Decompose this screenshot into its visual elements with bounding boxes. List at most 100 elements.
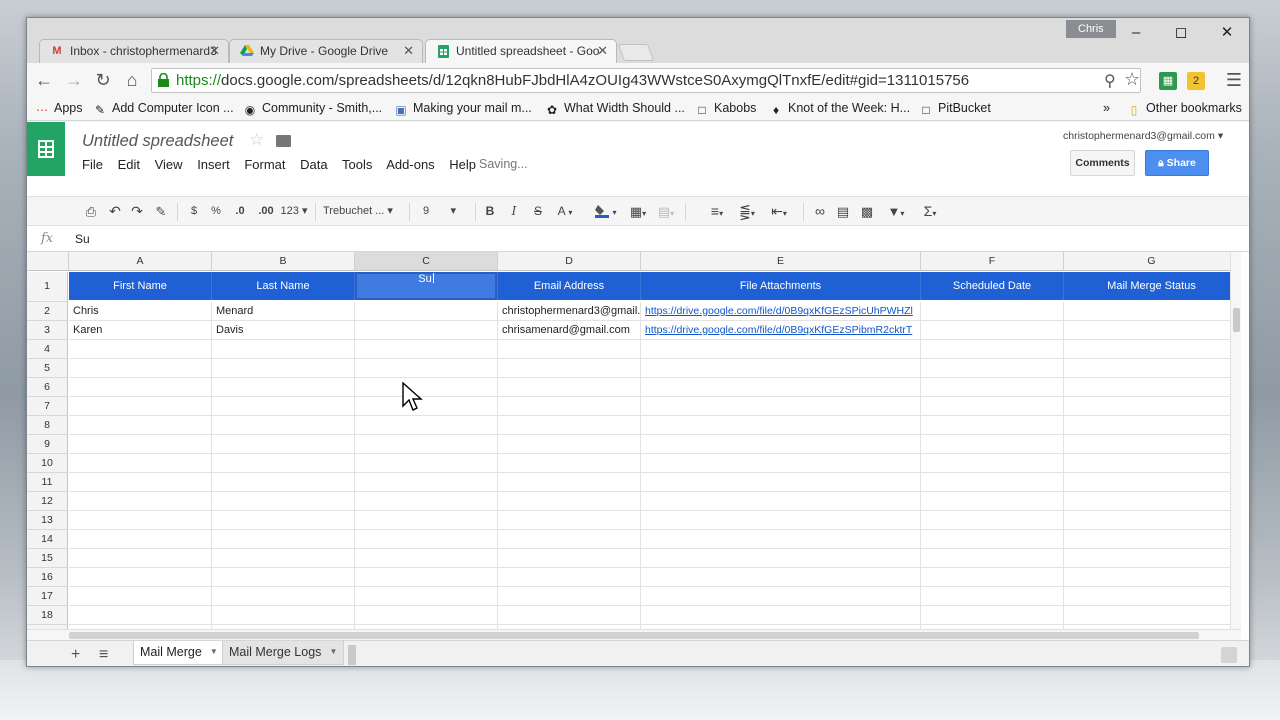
bookmark-star-icon[interactable]: ☆ [1124,69,1140,90]
close-tab-icon[interactable]: ✕ [403,40,414,62]
borders-icon[interactable]: ▦▾ [627,203,649,220]
bookmarks-overflow[interactable]: » [1103,101,1110,115]
close-tab-icon[interactable]: ✕ [209,40,220,62]
minimize-icon[interactable]: – [1122,22,1150,44]
more-formats-button[interactable]: 123 ▾ [279,203,309,220]
comment-icon[interactable]: ▤ [835,203,851,220]
merge-cells-icon[interactable]: ▤▾ [655,203,677,220]
undo-icon[interactable]: ↶ [107,203,123,220]
sheets-logo[interactable] [27,122,65,176]
paint-format-icon[interactable]: ✎ [153,203,169,220]
bookmark-item[interactable]: □ PitBucket [919,101,990,117]
close-tab-icon[interactable]: ✕ [597,40,608,62]
link-icon[interactable]: ∞ [811,203,829,220]
tab-spreadsheet[interactable]: Untitled spreadsheet - Goo ✕ [425,39,617,63]
toolbar-divider [685,203,686,221]
url-text: https://docs.google.com/spreadsheets/d/1… [176,72,970,89]
chevron-down-icon[interactable]: ▼ [329,641,337,663]
search-icon[interactable]: ⚲ [1104,71,1116,91]
spreadsheet-grid[interactable]: A B C D E F G 1 2 3 4 5 6 7 8 9 10 11 12… [27,252,1241,640]
chevron-down-icon[interactable]: ▼ [210,641,218,663]
new-tab-button[interactable] [617,44,655,61]
close-window-icon[interactable]: ✕ [1213,22,1241,44]
align-icon[interactable]: ≡▾ [705,203,729,220]
bookmark-page-icon: ▣ [395,103,407,117]
menu-view[interactable]: View [155,157,183,172]
chevron-down-icon: ▾ [301,205,308,217]
menu-tools[interactable]: Tools [342,157,372,172]
share-button[interactable]: 🔒︎ Share [1145,150,1209,176]
menu-data[interactable]: Data [300,157,327,172]
scroll-thumb[interactable] [69,632,1199,639]
bold-button[interactable]: B [483,203,497,220]
vertical-align-icon[interactable]: ⪋▾ [735,203,759,220]
chevron-down-icon: ▾ [932,209,937,218]
filter-icon[interactable]: ▼▾ [883,203,909,220]
forward-icon[interactable]: → [63,69,85,91]
italic-button[interactable]: I [507,203,521,220]
menu-addons[interactable]: Add-ons [386,157,434,172]
sheet-tab-scroll[interactable] [348,645,356,665]
folder-icon[interactable] [276,135,291,147]
bookmark-item[interactable]: ✿ What Width Should ... [545,101,685,117]
text-wrap-icon[interactable]: ⇤▾ [765,203,793,220]
home-icon[interactable]: ⌂ [121,69,143,91]
bookmark-page-icon: ♦ [772,103,780,117]
font-family-select[interactable]: Trebuchet ... ▾ [323,203,403,220]
folder-icon: ▯ [1130,103,1138,117]
sheet-tab-mail-merge[interactable]: Mail Merge ▼ [133,641,225,665]
star-icon[interactable]: ☆ [249,130,264,150]
bookmark-item[interactable]: □ Kabobs [695,101,756,117]
sheet-tab-mail-merge-logs[interactable]: Mail Merge Logs ▼ [222,641,345,665]
font-size-select[interactable]: 9 ▾ [423,203,469,220]
add-sheet-icon[interactable]: + [71,646,80,664]
chart-icon[interactable]: ▩ [859,203,875,220]
other-bookmarks[interactable]: ▯ Other bookmarks [1127,101,1242,117]
all-sheets-icon[interactable]: ≡ [99,646,108,664]
bookmark-item[interactable]: ✎ Add Computer Icon ... [93,101,234,117]
menu-edit[interactable]: Edit [118,157,140,172]
strikethrough-button[interactable]: S [531,203,545,220]
bookmark-item[interactable]: ♦ Knot of the Week: H... [769,101,910,117]
percent-button[interactable]: % [209,203,223,220]
decrease-decimal-button[interactable]: .0 [231,203,249,220]
menu-insert[interactable]: Insert [197,157,230,172]
horizontal-scrollbar[interactable] [27,629,1241,640]
bookmark-item[interactable]: ◉ Community - Smith,... [243,101,382,117]
tab-drive[interactable]: My Drive - Google Drive ✕ [229,39,423,63]
toolbar: ⎙ ↶ ↷ ✎ $ % .0 .00 123 ▾ Trebuchet ... ▾… [27,196,1249,226]
extension-badge-icon[interactable]: 2 [1187,72,1205,90]
explore-icon[interactable] [1221,647,1237,663]
comments-button[interactable]: Comments [1070,150,1135,176]
scroll-thumb[interactable] [1233,308,1240,332]
extension-icon[interactable]: ▦ [1159,72,1177,90]
profile-button[interactable]: Chris [1066,20,1116,38]
desktop-background [0,660,1280,720]
fx-icon: fx [41,231,54,246]
vertical-scrollbar[interactable] [1230,252,1241,640]
save-status: Saving... [479,157,528,171]
account-email[interactable]: christophermenard3@gmail.com ▾ [1063,130,1223,142]
increase-decimal-button[interactable]: .00 [255,203,277,220]
maximize-icon[interactable]: ◻ [1167,22,1195,44]
bookmark-apps[interactable]: ⋯ Apps [35,101,83,117]
redo-icon[interactable]: ↷ [129,203,145,220]
chrome-menu-icon[interactable]: ☰ [1223,69,1245,91]
text-color-button[interactable]: A ▾ [553,203,577,220]
reload-icon[interactable]: ↻ [92,69,114,91]
menu-file[interactable]: File [82,157,103,172]
menu-format[interactable]: Format [244,157,285,172]
bookmark-item[interactable]: ▣ Making your mail m... [394,101,531,117]
menu-help[interactable]: Help [449,157,476,172]
address-bar[interactable]: https://docs.google.com/spreadsheets/d/1… [151,68,1141,93]
functions-button[interactable]: Σ▾ [917,203,943,220]
fill-color-button[interactable]: ▾ [593,203,619,220]
lock-icon [158,73,169,87]
tab-inbox[interactable]: M Inbox - christophermenard3 ✕ [39,39,229,63]
currency-button[interactable]: $ [187,203,201,220]
sheet-tab-bar: + ≡ Mail Merge ▼ Mail Merge Logs ▼ [27,640,1249,666]
document-title[interactable]: Untitled spreadsheet [82,132,233,151]
formula-input[interactable]: Su [75,232,90,246]
back-icon[interactable]: ← [33,69,55,91]
print-icon[interactable]: ⎙ [83,203,99,220]
